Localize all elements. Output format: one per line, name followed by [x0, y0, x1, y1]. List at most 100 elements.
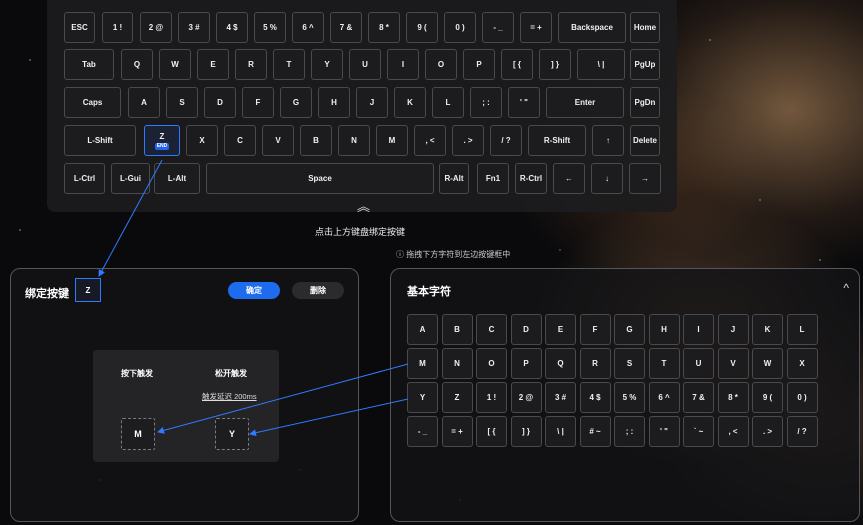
char-key-1-11[interactable]: X: [786, 348, 818, 379]
char-key-3-8[interactable]: ` ~: [683, 416, 714, 447]
key-0-8[interactable]: 8 *: [368, 12, 400, 43]
key-1-0[interactable]: Tab: [64, 49, 114, 80]
key-3-5[interactable]: B: [300, 125, 332, 156]
key-0-4[interactable]: 4 $: [216, 12, 248, 43]
key-2-12[interactable]: Enter: [546, 87, 624, 118]
char-key-3-11[interactable]: / ?: [786, 416, 818, 447]
char-key-3-1[interactable]: = +: [441, 416, 473, 447]
key-2-10[interactable]: ; :: [470, 87, 502, 118]
key-0-10[interactable]: 0 ): [444, 12, 476, 43]
key-3-10[interactable]: / ?: [490, 125, 522, 156]
char-key-2-6[interactable]: 5 %: [614, 382, 645, 413]
key-3-3[interactable]: C: [224, 125, 256, 156]
char-key-2-3[interactable]: 2 @: [510, 382, 542, 413]
key-3-2[interactable]: X: [186, 125, 218, 156]
key-3-12[interactable]: ↑: [592, 125, 624, 156]
char-key-1-9[interactable]: V: [717, 348, 749, 379]
key-2-0[interactable]: Caps: [64, 87, 121, 118]
char-key-0-1[interactable]: B: [441, 314, 473, 345]
char-key-0-6[interactable]: G: [614, 314, 645, 345]
key-0-3[interactable]: 3 #: [178, 12, 210, 43]
key-1-4[interactable]: R: [235, 49, 267, 80]
key-0-0[interactable]: ESC: [64, 12, 95, 43]
key-0-1[interactable]: 1 !: [102, 12, 133, 43]
key-1-9[interactable]: O: [425, 49, 457, 80]
key-4-6[interactable]: R-Ctrl: [515, 163, 547, 194]
key-1-10[interactable]: P: [463, 49, 495, 80]
char-key-1-10[interactable]: W: [752, 348, 783, 379]
key-4-1[interactable]: L-Gui: [111, 163, 150, 194]
key-1-7[interactable]: U: [349, 49, 381, 80]
key-3-4[interactable]: V: [262, 125, 294, 156]
key-2-1[interactable]: A: [128, 87, 160, 118]
key-3-11[interactable]: R-Shift: [528, 125, 586, 156]
char-key-2-4[interactable]: 3 #: [545, 382, 576, 413]
char-key-3-6[interactable]: ; :: [614, 416, 645, 447]
char-key-2-11[interactable]: 0 ): [786, 382, 818, 413]
key-0-2[interactable]: 2 @: [140, 12, 172, 43]
char-key-1-7[interactable]: T: [648, 348, 680, 379]
key-3-1[interactable]: Z END: [144, 125, 180, 156]
char-key-2-10[interactable]: 9 (: [752, 382, 783, 413]
key-4-9[interactable]: →: [629, 163, 661, 194]
key-4-7[interactable]: ←: [553, 163, 585, 194]
char-key-0-0[interactable]: A: [407, 314, 438, 345]
char-key-3-7[interactable]: ' ": [648, 416, 680, 447]
char-key-2-2[interactable]: 1 !: [476, 382, 507, 413]
release-slot[interactable]: Y: [215, 418, 249, 450]
key-2-9[interactable]: L: [432, 87, 464, 118]
key-2-4[interactable]: F: [242, 87, 274, 118]
char-key-0-3[interactable]: D: [510, 314, 542, 345]
char-key-2-8[interactable]: 7 &: [683, 382, 714, 413]
char-key-3-9[interactable]: , <: [717, 416, 749, 447]
key-0-6[interactable]: 6 ^: [292, 12, 324, 43]
key-0-9[interactable]: 9 (: [406, 12, 438, 43]
key-3-13[interactable]: Delete: [630, 125, 660, 156]
key-1-12[interactable]: ] }: [539, 49, 571, 80]
char-key-2-7[interactable]: 6 ^: [648, 382, 680, 413]
key-2-3[interactable]: D: [204, 87, 236, 118]
char-key-3-10[interactable]: . >: [752, 416, 783, 447]
key-2-11[interactable]: ' ": [508, 87, 540, 118]
key-1-8[interactable]: I: [387, 49, 419, 80]
char-key-0-8[interactable]: I: [683, 314, 714, 345]
char-key-1-6[interactable]: S: [614, 348, 645, 379]
key-1-6[interactable]: Y: [311, 49, 343, 80]
char-key-1-0[interactable]: M: [407, 348, 438, 379]
char-key-3-2[interactable]: [ {: [476, 416, 507, 447]
key-3-0[interactable]: L-Shift: [64, 125, 136, 156]
char-key-0-9[interactable]: J: [717, 314, 749, 345]
key-3-9[interactable]: . >: [452, 125, 484, 156]
trigger-delay-link[interactable]: 触发延迟 200ms: [202, 391, 257, 402]
key-2-5[interactable]: G: [280, 87, 312, 118]
key-0-14[interactable]: Home: [630, 12, 660, 43]
key-1-13[interactable]: \ |: [577, 49, 625, 80]
key-1-11[interactable]: [ {: [501, 49, 533, 80]
char-key-1-3[interactable]: P: [510, 348, 542, 379]
char-key-0-10[interactable]: K: [752, 314, 783, 345]
char-key-2-5[interactable]: 4 $: [579, 382, 611, 413]
key-2-6[interactable]: H: [318, 87, 350, 118]
key-0-12[interactable]: = +: [520, 12, 552, 43]
char-key-3-0[interactable]: - _: [407, 416, 438, 447]
key-1-5[interactable]: T: [273, 49, 305, 80]
key-2-13[interactable]: PgDn: [630, 87, 660, 118]
key-4-8[interactable]: ↓: [591, 163, 623, 194]
char-key-2-0[interactable]: Y: [407, 382, 438, 413]
char-key-1-2[interactable]: O: [476, 348, 507, 379]
key-2-2[interactable]: S: [166, 87, 198, 118]
key-0-7[interactable]: 7 &: [330, 12, 362, 43]
char-key-2-1[interactable]: Z: [441, 382, 473, 413]
char-key-2-9[interactable]: 8 *: [717, 382, 749, 413]
char-key-1-4[interactable]: Q: [545, 348, 576, 379]
char-key-1-8[interactable]: U: [683, 348, 714, 379]
key-4-3[interactable]: Space: [206, 163, 434, 194]
delete-button[interactable]: 删除: [292, 282, 344, 299]
char-key-0-2[interactable]: C: [476, 314, 507, 345]
char-key-1-5[interactable]: R: [579, 348, 611, 379]
key-0-13[interactable]: Backspace: [558, 12, 626, 43]
key-1-14[interactable]: PgUp: [630, 49, 660, 80]
chevron-up-icon[interactable]: ^: [843, 281, 849, 295]
key-2-8[interactable]: K: [394, 87, 426, 118]
key-4-5[interactable]: Fn1: [477, 163, 509, 194]
